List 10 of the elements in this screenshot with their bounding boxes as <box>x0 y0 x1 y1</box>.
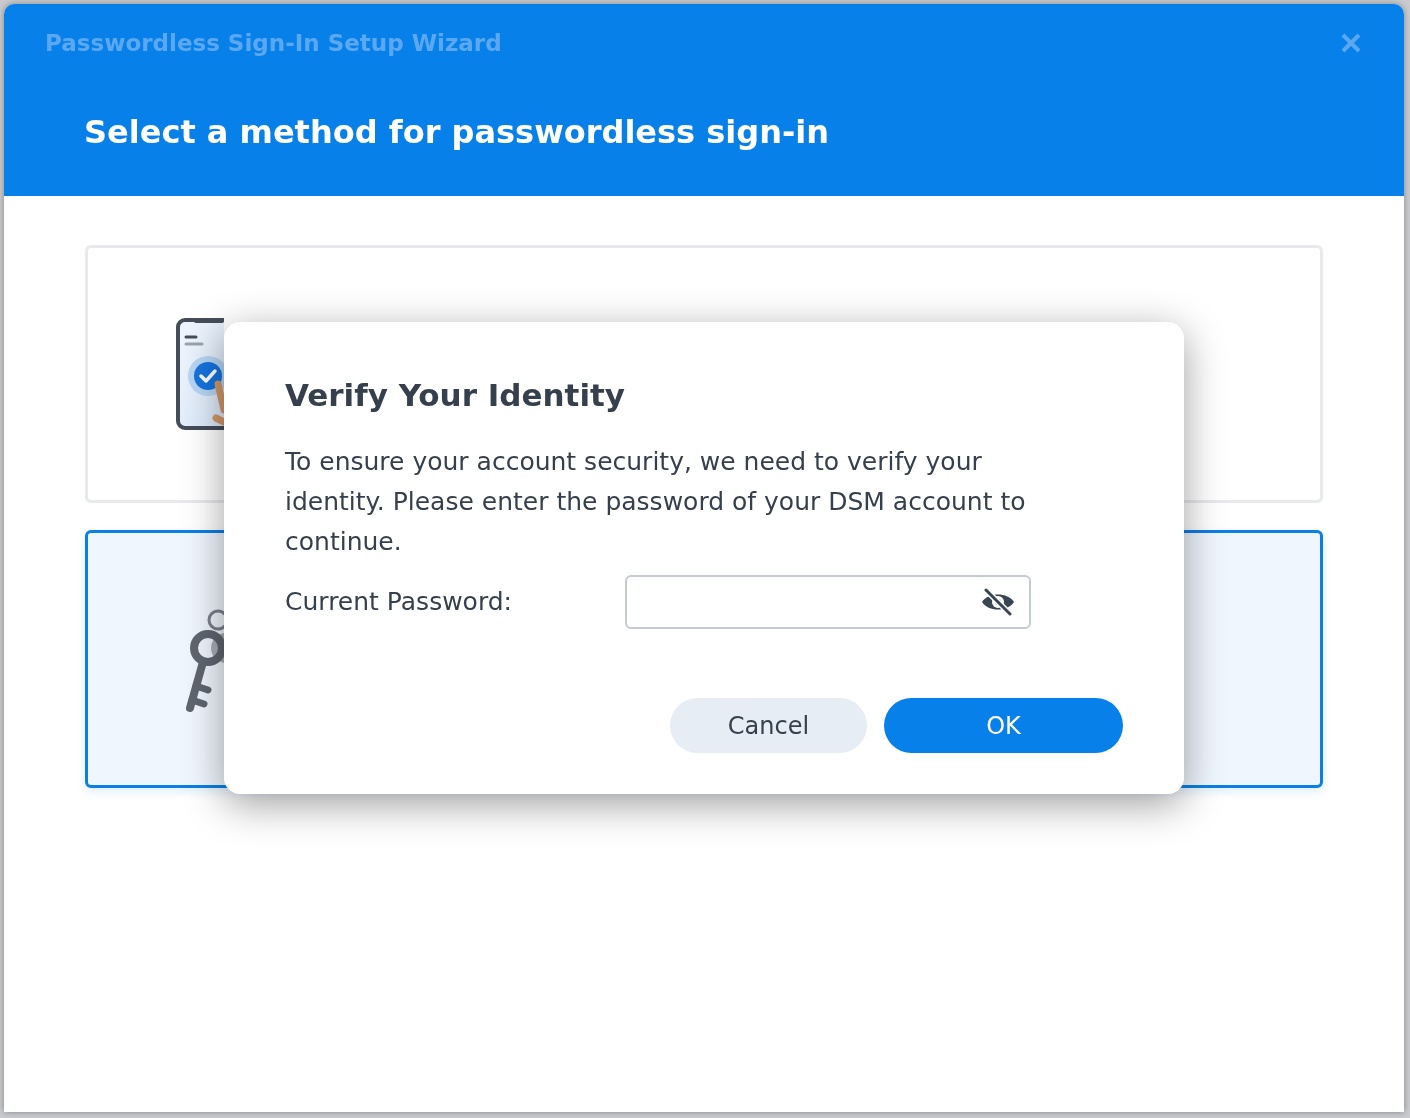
dialog-title: Verify Your Identity <box>285 377 626 413</box>
password-field[interactable] <box>625 575 1031 629</box>
close-icon <box>1341 33 1361 53</box>
ok-button[interactable]: OK <box>884 698 1123 753</box>
eye-slash-icon[interactable] <box>980 588 1016 616</box>
window-title: Passwordless Sign-In Setup Wizard <box>45 29 502 57</box>
dialog-message: To ensure your account security, we need to verify your identity. Please enter the password of your DSM account to continue. <box>285 446 1027 558</box>
cancel-button[interactable]: Cancel <box>670 698 867 753</box>
field-label: Current Password: <box>285 587 514 617</box>
wizard-heading: Select a method for passwordless sign-in <box>84 113 829 151</box>
